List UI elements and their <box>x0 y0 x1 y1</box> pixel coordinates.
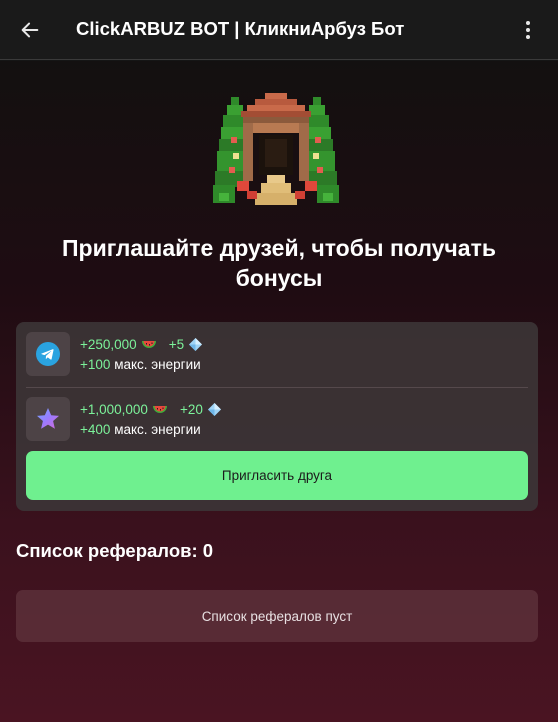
more-vertical-icon <box>526 21 530 39</box>
reward-gems: +5 <box>168 337 185 352</box>
watermelon-icon <box>141 340 156 348</box>
hero-title: Приглашайте друзей, чтобы получать бонус… <box>62 235 496 291</box>
pixel-house-garden-illustration <box>213 93 339 205</box>
reward-icon-box <box>26 397 70 441</box>
telegram-icon <box>36 342 60 366</box>
reward-row-telegram: +250,000 +5 +100 макс. энергии <box>26 332 528 388</box>
reward-row-premium: +1,000,000 +20 +400 макс. энергии <box>26 397 528 453</box>
reward-energy-label: макс. энергии <box>114 422 201 437</box>
reward-bonus-line: +1,000,000 +20 <box>80 402 222 417</box>
telegram-premium-star-icon <box>37 408 59 429</box>
reward-energy-label: макс. энергии <box>114 357 201 372</box>
rewards-card: +250,000 +5 +100 макс. энергии +1,000,00… <box>16 322 538 511</box>
reward-bonus-line: +250,000 +5 <box>80 337 203 352</box>
reward-coins: +250,000 <box>80 337 137 352</box>
diamond-icon <box>207 403 221 416</box>
invite-friend-button[interactable]: Пригласить друга <box>26 451 528 500</box>
header-title: ClickARBUZ BOT | КликниАрбуз Бот <box>76 18 405 39</box>
reward-icon-box <box>26 332 70 376</box>
reward-divider <box>26 387 528 388</box>
arrow-left-icon <box>21 22 39 38</box>
more-menu-button[interactable] <box>512 14 544 46</box>
reward-energy-value: +400 <box>80 422 111 437</box>
referrals-title: Список рефералов: 0 <box>16 540 214 561</box>
reward-energy-value: +100 <box>80 357 111 372</box>
main-content: Приглашайте друзей, чтобы получать бонус… <box>0 61 558 722</box>
referrals-empty-state: Список рефералов пуст <box>16 590 538 642</box>
reward-gems: +20 <box>179 402 203 417</box>
reward-energy-line: +100 макс. энергии <box>80 357 201 372</box>
app-header: ClickARBUZ BOT | КликниАрбуз Бот <box>0 0 558 60</box>
watermelon-icon <box>152 405 167 413</box>
diamond-icon <box>189 338 203 351</box>
reward-coins: +1,000,000 <box>80 402 148 417</box>
reward-energy-line: +400 макс. энергии <box>80 422 201 437</box>
back-button[interactable] <box>14 14 46 46</box>
